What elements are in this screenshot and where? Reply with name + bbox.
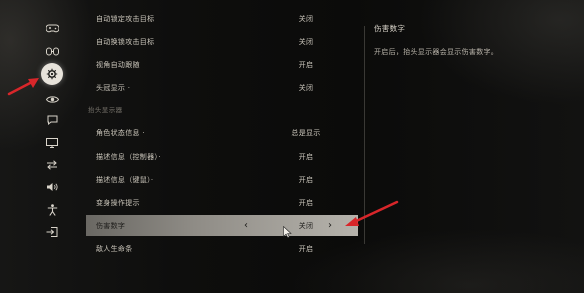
annotation-arrow-damage-numbers — [345, 200, 399, 226]
annotation-arrows — [7, 78, 399, 226]
annotation-arrow-settings-icon — [7, 78, 39, 96]
